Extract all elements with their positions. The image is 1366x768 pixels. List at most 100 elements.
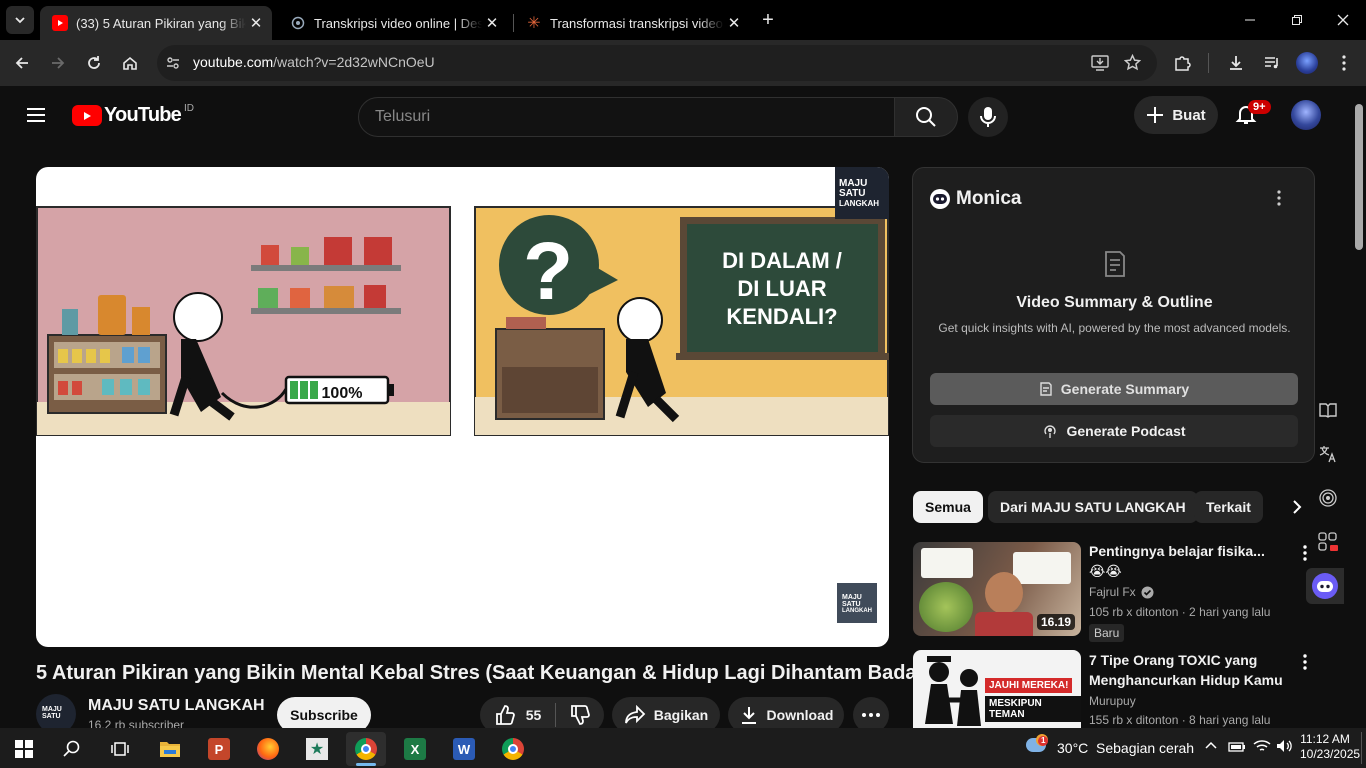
monica-heading: Video Summary & Outline xyxy=(1016,294,1213,311)
close-tab-icon[interactable]: ✕ xyxy=(246,14,266,32)
download-icon xyxy=(1230,56,1242,70)
youtube-logo[interactable]: YouTube ID xyxy=(72,103,194,127)
recommendation-channel[interactable]: Murupuy xyxy=(1089,694,1136,708)
playlist-music-icon xyxy=(1265,57,1278,69)
generate-summary-button[interactable]: Generate Summary xyxy=(930,373,1298,405)
address-bar[interactable]: youtube.com/watch?v=2d32wNCnOeU xyxy=(157,45,1157,81)
chips-next-button[interactable] xyxy=(1264,489,1316,525)
create-button[interactable]: Buat xyxy=(1134,96,1218,134)
notification-badge: 9+ xyxy=(1248,100,1271,114)
task-view-button[interactable] xyxy=(100,732,140,766)
downloads-button[interactable] xyxy=(1224,51,1248,75)
volume-control[interactable] xyxy=(1276,739,1294,758)
reload-button[interactable] xyxy=(82,51,106,75)
page-scrollbar[interactable] xyxy=(1352,86,1366,728)
search-input[interactable]: Telusuri xyxy=(358,97,895,137)
tab-search-button[interactable] xyxy=(6,6,34,34)
media-control-button[interactable] xyxy=(1260,51,1284,75)
close-tab-icon[interactable]: ✕ xyxy=(724,14,744,32)
taskbar-word[interactable]: W xyxy=(444,732,484,766)
minimize-button[interactable] xyxy=(1236,8,1264,32)
chip-all[interactable]: Semua xyxy=(913,491,983,523)
tab-desgra[interactable]: Transkripsi video online | Desgra ✕ xyxy=(278,6,508,40)
network-status[interactable] xyxy=(1253,739,1271,758)
book-icon xyxy=(1319,403,1337,418)
taskbar-chrome-profile[interactable] xyxy=(493,732,533,766)
dislike-button[interactable] xyxy=(556,704,604,726)
more-vert-icon xyxy=(1342,55,1346,71)
new-tab-button[interactable]: + xyxy=(756,8,780,32)
generate-podcast-button[interactable]: Generate Podcast xyxy=(930,415,1298,447)
recommendation-menu-button[interactable] xyxy=(1303,545,1307,566)
broadcast-icon xyxy=(1319,489,1337,507)
rail-podcast-button[interactable] xyxy=(1312,482,1344,514)
logo-text: YouTube xyxy=(104,104,182,126)
minimize-icon xyxy=(1245,19,1255,21)
like-button[interactable]: 55 xyxy=(480,704,555,726)
windows-taskbar: P ★ X W 1 30°C Sebagian cerah 11:12 AM 1… xyxy=(0,728,1366,768)
search-button[interactable] xyxy=(894,97,958,137)
rail-monica-button[interactable] xyxy=(1306,568,1344,604)
tab-youtube[interactable]: (33) 5 Aturan Pikiran yang Bikin Mental … xyxy=(40,6,272,40)
battery-status[interactable] xyxy=(1228,740,1246,758)
wifi-icon xyxy=(1253,740,1271,751)
sparkle-icon: ✳ xyxy=(527,15,541,32)
recommendation-thumbnail[interactable]: 16.19 xyxy=(913,542,1081,636)
taskbar-firefox[interactable] xyxy=(248,732,288,766)
notifications-button[interactable]: 9+ xyxy=(1234,100,1271,128)
back-button[interactable] xyxy=(10,51,34,75)
taskbar-app-star[interactable]: ★ xyxy=(297,732,337,766)
voice-search-button[interactable] xyxy=(968,97,1008,137)
star-app-icon: ★ xyxy=(306,738,328,760)
bookmark-star-icon[interactable] xyxy=(1124,54,1141,71)
restore-button[interactable] xyxy=(1283,8,1311,32)
channel-branding-button[interactable]: MAJU SATU LANGKAH xyxy=(837,583,877,623)
chip-from-channel[interactable]: Dari MAJU SATU LANGKAH xyxy=(988,491,1198,523)
forward-button[interactable] xyxy=(46,51,70,75)
taskbar-search-button[interactable] xyxy=(52,732,92,766)
speaker-icon xyxy=(1277,740,1292,752)
account-avatar[interactable] xyxy=(1291,100,1321,130)
recommendation-thumbnail[interactable]: JAUHI MEREKA! MESKIPUN TEMAN xyxy=(913,650,1081,728)
thumb-screenshot xyxy=(921,548,973,578)
recommendation-title[interactable]: Pentingnya belajar fisika... 😭😭 xyxy=(1089,541,1284,581)
start-button[interactable] xyxy=(4,732,44,766)
weather-description[interactable]: Sebagian cerah xyxy=(1096,740,1194,756)
site-info-icon[interactable] xyxy=(165,55,181,71)
tab-transformasi[interactable]: ✳ Transformasi transkripsi video YouTube… xyxy=(514,6,750,40)
profile-button[interactable] xyxy=(1295,51,1319,75)
menu-button[interactable] xyxy=(24,103,48,127)
show-desktop-button[interactable] xyxy=(1361,732,1366,764)
new-badge: Baru xyxy=(1089,624,1125,642)
monica-menu-button[interactable] xyxy=(1277,190,1281,211)
video-player[interactable]: 100% DI DALAM / DI LUAR KENDALI? ? MAJU … xyxy=(36,167,889,647)
rail-translate-button[interactable] xyxy=(1312,438,1344,470)
chevron-right-icon xyxy=(1293,500,1302,514)
channel-name[interactable]: MAJU SATU LANGKAH xyxy=(88,697,265,715)
taskbar-powerpoint[interactable]: P xyxy=(199,732,239,766)
taskbar-file-explorer[interactable] xyxy=(150,732,190,766)
weather-icon[interactable]: 1 xyxy=(1024,734,1050,760)
close-tab-icon[interactable]: ✕ xyxy=(482,14,502,32)
extensions-button[interactable] xyxy=(1170,51,1194,75)
profile-avatar xyxy=(1296,52,1318,74)
scrollbar-thumb[interactable] xyxy=(1355,104,1363,250)
recommendation-menu-button[interactable] xyxy=(1303,654,1307,675)
weather-temperature[interactable]: 30°C xyxy=(1057,740,1088,756)
tray-overflow-button[interactable] xyxy=(1204,739,1218,758)
recommendation-title[interactable]: 7 Tipe Orang TOXIC yang Menghancurkan Hi… xyxy=(1089,650,1284,690)
taskbar-excel[interactable]: X xyxy=(395,732,435,766)
chip-related[interactable]: Terkait xyxy=(1194,491,1263,523)
recommendation-channel[interactable]: Fajrul Fx xyxy=(1089,585,1136,599)
close-window-button[interactable] xyxy=(1329,8,1357,32)
home-button[interactable] xyxy=(118,51,142,75)
chrome-menu-button[interactable] xyxy=(1332,51,1356,75)
rail-reader-button[interactable] xyxy=(1312,394,1344,426)
search-placeholder: Telusuri xyxy=(375,108,431,125)
download-icon xyxy=(741,707,756,724)
rail-apps-button[interactable] xyxy=(1312,526,1344,558)
taskbar-chrome-active[interactable] xyxy=(346,732,386,766)
channel-avatar[interactable]: MAJU SATU xyxy=(36,694,76,728)
install-app-icon[interactable] xyxy=(1091,55,1109,71)
clock[interactable]: 11:12 AM 10/23/2025 xyxy=(1300,732,1360,762)
